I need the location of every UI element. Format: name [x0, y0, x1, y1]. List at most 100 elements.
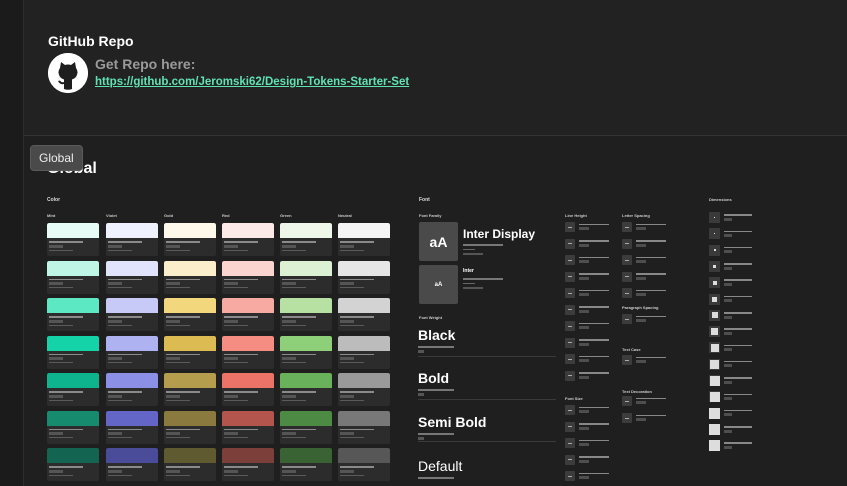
color-swatch-card[interactable] [106, 335, 158, 369]
dimension-token[interactable] [709, 228, 752, 240]
line-height-token[interactable] [565, 222, 609, 232]
color-swatch-card[interactable] [222, 298, 274, 331]
color-swatch-card[interactable] [47, 298, 99, 331]
swatch-meta-line [166, 319, 180, 323]
line-height-token[interactable] [565, 354, 609, 364]
dimension-token[interactable] [709, 342, 752, 354]
dimension-token[interactable] [709, 309, 752, 321]
color-swatch-card[interactable] [222, 335, 274, 369]
font-size-token[interactable] [565, 405, 609, 415]
color-swatch-card[interactable] [47, 373, 99, 406]
color-swatch-card[interactable] [222, 260, 274, 294]
dimension-token[interactable] [709, 326, 752, 338]
dimension-token[interactable] [709, 244, 752, 256]
color-swatch-card[interactable] [164, 260, 216, 294]
color-swatch-card[interactable] [164, 335, 216, 369]
swatch-meta-line [49, 437, 73, 438]
color-swatch-card[interactable] [222, 410, 274, 444]
letter-spacing-token[interactable] [622, 238, 666, 249]
token-preview-icon [622, 271, 632, 282]
dimension-token[interactable] [709, 440, 752, 452]
dimension-token[interactable] [709, 260, 752, 272]
dimension-meta [724, 426, 752, 433]
dimension-token[interactable] [709, 407, 752, 419]
color-swatch-card[interactable] [164, 448, 216, 481]
line-height-token[interactable] [565, 370, 609, 381]
dimension-meta [724, 344, 752, 352]
swatch-meta-line [166, 357, 180, 360]
color-swatch-card[interactable] [106, 260, 158, 294]
paragraph-spacing-token[interactable] [622, 314, 666, 324]
color-swatch-card[interactable] [338, 223, 390, 256]
line-height-token[interactable] [565, 238, 609, 249]
letter-spacing-token[interactable] [622, 222, 666, 232]
dimension-token[interactable] [709, 358, 752, 370]
font-family-card-1[interactable]: aA [419, 222, 458, 261]
color-swatch-card[interactable] [164, 223, 216, 256]
repo-link[interactable]: https://github.com/Jeromski62/Design-Tok… [95, 76, 409, 88]
letter-spacing-token[interactable] [622, 288, 666, 298]
font-family-card-2[interactable]: aA [419, 265, 458, 304]
font-weight-default[interactable]: Default [418, 458, 556, 486]
color-swatch-card[interactable] [47, 223, 99, 256]
line-height-token[interactable] [565, 271, 609, 282]
color-swatch-card[interactable] [280, 410, 332, 444]
color-swatch-card[interactable] [106, 410, 158, 444]
color-swatch-card[interactable] [164, 373, 216, 406]
color-swatch-card[interactable] [47, 335, 99, 369]
swatch-meta-line [49, 287, 73, 288]
text-case-token[interactable] [622, 355, 666, 365]
color-swatch-card[interactable] [280, 373, 332, 406]
font-weight-black[interactable]: Black [418, 327, 556, 357]
color-swatch-card[interactable] [280, 335, 332, 369]
color-swatch-card[interactable] [106, 373, 158, 406]
color-swatch-card[interactable] [338, 373, 390, 406]
color-swatch-card[interactable] [222, 373, 274, 406]
color-swatch-card[interactable] [47, 448, 99, 481]
line-height-token[interactable] [565, 288, 609, 298]
swatch-meta-line [282, 474, 306, 476]
dimension-token[interactable] [709, 293, 752, 305]
color-swatch-card[interactable] [164, 298, 216, 331]
global-frame-tag[interactable]: Global [30, 145, 83, 171]
font-weight-semibold[interactable]: Semi Bold [418, 414, 556, 442]
letter-spacing-token[interactable] [622, 255, 666, 265]
line-height-token[interactable] [565, 321, 609, 331]
color-swatch-card[interactable] [106, 298, 158, 331]
font-weight-bold[interactable]: Bold [418, 370, 556, 400]
text-decoration-token[interactable] [622, 413, 666, 423]
color-swatch-card[interactable] [338, 335, 390, 369]
dimension-token[interactable] [709, 391, 752, 403]
font-size-token[interactable] [565, 454, 609, 465]
color-swatch-card[interactable] [164, 410, 216, 444]
dimension-token[interactable] [709, 423, 752, 435]
color-swatch-card[interactable] [338, 260, 390, 294]
font-size-token[interactable] [565, 471, 609, 481]
text-decoration-token[interactable] [622, 396, 666, 406]
token-preview-icon [565, 354, 575, 364]
dimension-token[interactable] [709, 277, 752, 289]
color-swatch-card[interactable] [47, 410, 99, 444]
color-swatch-card[interactable] [106, 223, 158, 256]
color-swatch-card[interactable] [338, 448, 390, 481]
color-swatch-card[interactable] [222, 448, 274, 481]
dimension-token[interactable] [709, 212, 752, 223]
line-height-token[interactable] [565, 304, 609, 315]
line-height-token[interactable] [565, 255, 609, 265]
color-swatch-card[interactable] [280, 298, 332, 331]
color-swatch-card[interactable] [338, 298, 390, 331]
color-swatch-card[interactable] [106, 448, 158, 481]
font-size-token[interactable] [565, 421, 609, 432]
line-height-token[interactable] [565, 337, 609, 348]
color-swatch-card[interactable] [222, 223, 274, 256]
swatch-meta-line [108, 428, 142, 430]
letter-spacing-token[interactable] [622, 271, 666, 282]
color-swatch-card[interactable] [280, 448, 332, 481]
dimension-token[interactable] [709, 375, 752, 386]
color-swatch-card[interactable] [280, 260, 332, 294]
font-size-token[interactable] [565, 438, 609, 448]
color-swatch-card[interactable] [338, 410, 390, 444]
color-swatch-card[interactable] [47, 260, 99, 294]
color-swatch-card[interactable] [280, 223, 332, 256]
token-preview-icon [565, 255, 575, 265]
